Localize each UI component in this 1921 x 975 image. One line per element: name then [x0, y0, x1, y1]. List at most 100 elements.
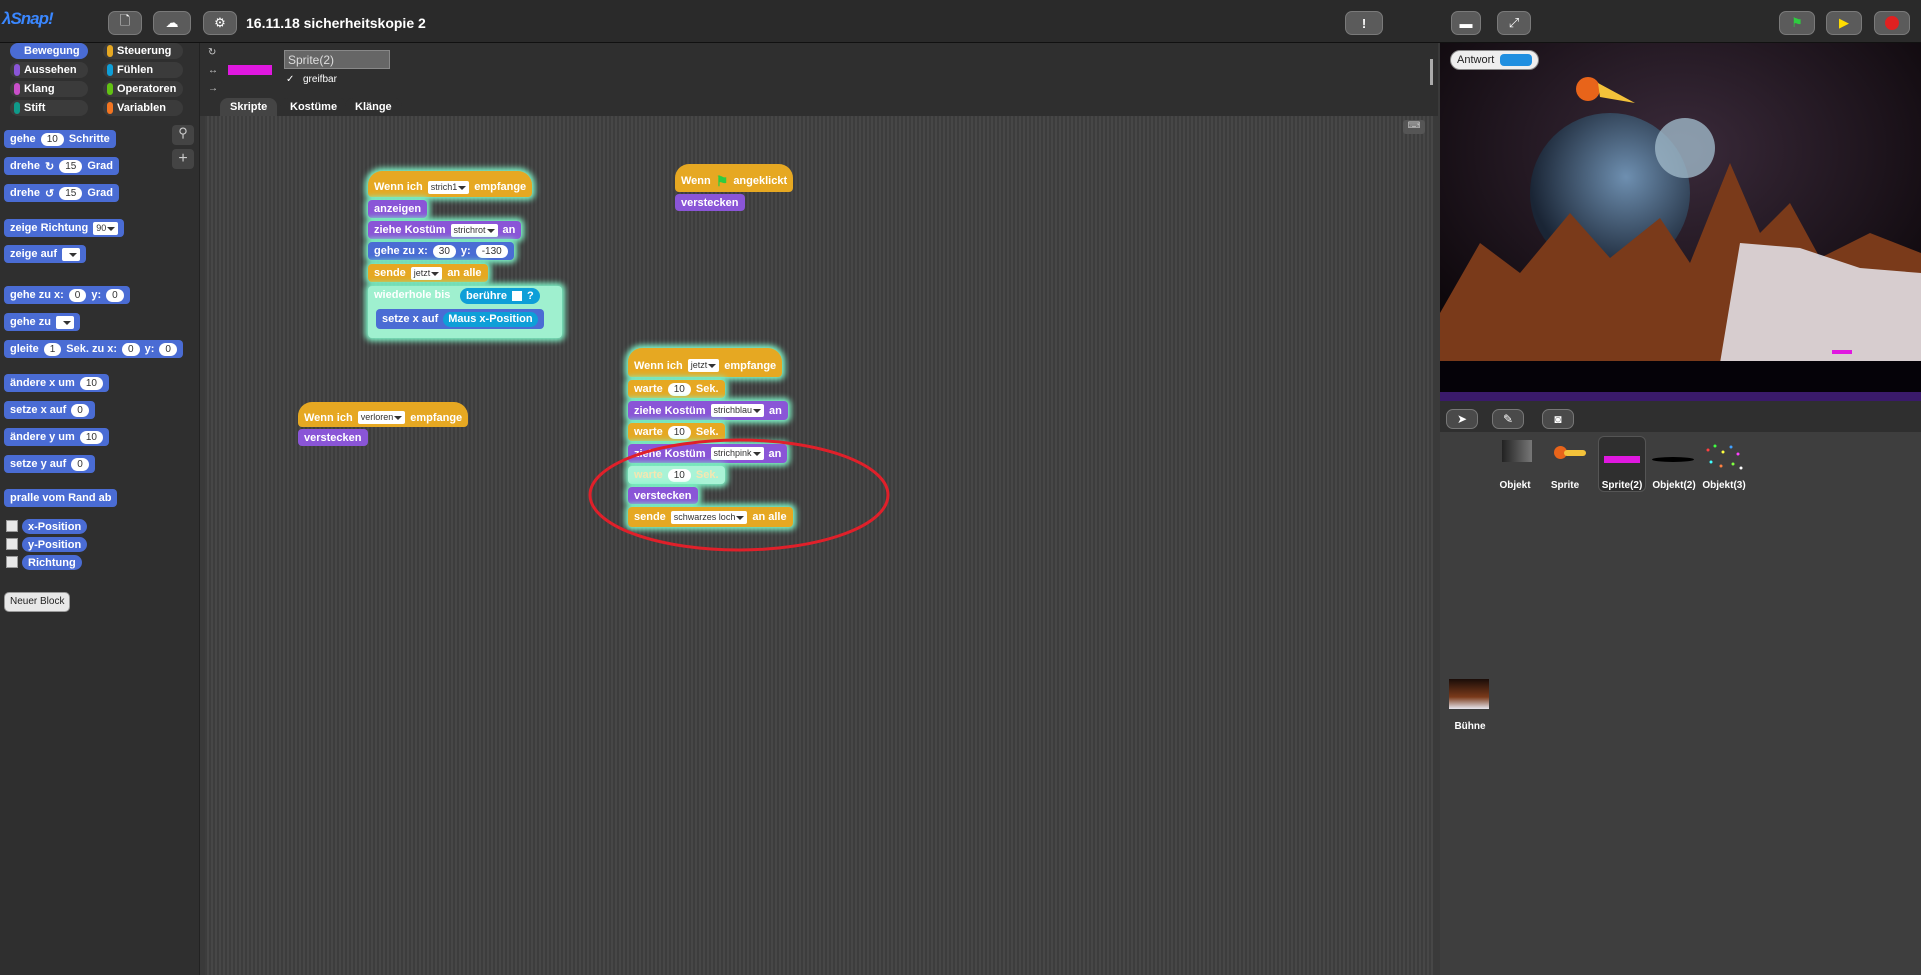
camera-icon: ◙ — [1554, 412, 1562, 426]
category-motion[interactable]: Bewegung — [10, 43, 88, 59]
answer-value — [1500, 54, 1533, 66]
file-icon: 🗋 — [119, 13, 131, 28]
block-gleite[interactable]: gleite 1 Sek. zu x: 0 y: 0 — [4, 340, 183, 358]
settings-menu-button[interactable]: ⚙ — [203, 11, 237, 35]
block-setze-y[interactable]: setze y auf 0 — [4, 455, 95, 473]
category-control[interactable]: Steuerung — [103, 43, 183, 59]
s2-verstecken[interactable]: verstecken — [675, 194, 745, 211]
block-drehe-links[interactable]: drehe ↺ 15 Grad — [4, 184, 119, 202]
sprite-objekt3-label[interactable]: Objekt(3) — [1694, 480, 1754, 491]
stage-label[interactable]: Bühne — [1440, 721, 1500, 732]
make-block-plus-button[interactable]: + — [172, 149, 194, 169]
sprite-objekt3-thumb[interactable] — [1703, 442, 1745, 472]
s4-warte-1[interactable]: warte 10 Sek. — [628, 380, 725, 398]
sprite-objekt2-thumb[interactable] — [1652, 457, 1694, 462]
camera-sprite-button[interactable]: ◙ — [1542, 409, 1574, 429]
category-operators[interactable]: Operatoren — [103, 81, 183, 97]
cloud-menu-button[interactable]: ☁ — [153, 11, 191, 35]
block-gehe-zu-xy[interactable]: gehe zu x: 0 y: 0 — [4, 286, 130, 304]
category-sensing[interactable]: Fühlen — [103, 62, 183, 78]
green-flag-icon: ⚑ — [1791, 15, 1803, 30]
direction-checkbox[interactable] — [6, 556, 18, 568]
s3-verstecken[interactable]: verstecken — [298, 429, 368, 446]
keyboard-entry-icon[interactable]: ⌨ — [1403, 120, 1425, 134]
green-flag-button[interactable]: ⚑ — [1779, 11, 1815, 35]
s3-hat-receive[interactable]: Wenn ich verloren empfange — [298, 402, 469, 427]
rotation-none-icon[interactable]: → — [208, 83, 220, 95]
category-variables[interactable]: Variablen — [103, 100, 183, 116]
gear-icon: ⚙ — [214, 15, 226, 30]
paint-new-sprite-button[interactable]: ✎ — [1492, 409, 1524, 429]
category-sound[interactable]: Klang — [10, 81, 88, 97]
s1-setze-x[interactable]: setze x auf Maus x-Position — [376, 309, 544, 329]
stage-thumb[interactable] — [1449, 679, 1489, 709]
answer-watcher[interactable]: Antwort — [1450, 50, 1540, 70]
s1-sende[interactable]: sende jetzt an alle — [368, 264, 488, 282]
sprite2-thumb[interactable] — [1604, 456, 1640, 463]
s4-hat-receive[interactable]: Wenn ich jetzt empfange — [628, 348, 783, 377]
search-icon: ⚲ — [178, 125, 188, 140]
block-gehe-schritte[interactable]: gehe 10 Schritte — [4, 130, 116, 148]
xpos-checkbox[interactable] — [6, 520, 18, 532]
s1-ziehe-kostuem[interactable]: ziehe Kostüm strichrot an — [368, 221, 522, 239]
reporter-y-position[interactable]: y-Position — [22, 537, 88, 552]
tab-scripts[interactable]: Skripte — [220, 98, 278, 116]
block-gehe-zu[interactable]: gehe zu — [4, 313, 80, 331]
header-scrollbar[interactable] — [1430, 59, 1433, 85]
color-swatch[interactable] — [511, 291, 522, 301]
sprite-objekt-thumb[interactable] — [1502, 440, 1532, 462]
draggable-checkbox[interactable]: ✓ — [286, 74, 298, 86]
sprite2-label[interactable]: Sprite(2) — [1592, 480, 1652, 491]
tab-costumes[interactable]: Kostüme — [280, 98, 348, 116]
block-aendere-x[interactable]: ändere x um 10 — [4, 374, 109, 392]
reporter-richtung[interactable]: Richtung — [22, 555, 82, 570]
sprite-thumbnail — [228, 65, 272, 75]
rotation-full-icon[interactable]: ↻ — [208, 47, 220, 59]
s1-anzeigen[interactable]: anzeigen — [368, 200, 428, 218]
operators-color-icon — [107, 83, 113, 95]
block-zeige-richtung[interactable]: zeige Richtung 90 — [4, 219, 125, 237]
add-turtle-button[interactable]: ➤ — [1446, 409, 1478, 429]
snap-logo[interactable]: λSnap! — [2, 9, 54, 35]
tab-sounds[interactable]: Klänge — [345, 98, 402, 116]
s1-wiederhole-bis[interactable]: wiederhole bis berühre? setze x auf Maus … — [368, 286, 562, 338]
draggable-label: greifbar — [303, 74, 337, 85]
unused-blocks-button[interactable]: ! — [1345, 11, 1383, 35]
normal-stage-button[interactable]: ▬ — [1451, 11, 1481, 35]
gehe-zu-dropdown[interactable] — [55, 315, 74, 329]
stop-button[interactable] — [1874, 11, 1910, 35]
category-looks[interactable]: Aussehen — [10, 62, 88, 78]
s1-hat-receive[interactable]: Wenn ich strich1 empfange — [368, 171, 533, 197]
sensing-color-icon — [107, 64, 113, 76]
file-menu-button[interactable]: 🗋 — [108, 11, 142, 35]
pause-button[interactable]: ▶ — [1826, 11, 1862, 35]
sprite-comet-thumb[interactable] — [1554, 444, 1588, 462]
stop-icon — [1885, 16, 1899, 30]
block-aendere-y[interactable]: ändere y um 10 — [4, 428, 109, 446]
sprite-sprite-label[interactable]: Sprite — [1535, 480, 1595, 491]
zeige-auf-dropdown[interactable] — [62, 247, 81, 261]
block-pralle[interactable]: pralle vom Rand ab — [4, 489, 118, 507]
stage[interactable]: Antwort — [1440, 43, 1921, 401]
s4-ziehe-kostuem-1[interactable]: ziehe Kostüm strichblau an — [628, 401, 788, 420]
block-zeige-auf[interactable]: zeige auf — [4, 245, 87, 263]
sprite-name-input[interactable] — [284, 50, 390, 69]
block-drehe-rechts[interactable]: drehe ↻ 15 Grad — [4, 157, 119, 175]
top-bar: λSnap! 🗋 ☁ ⚙ 16.11.18 sicherheitskopie 2… — [0, 0, 1921, 43]
s1-gehe-zu-xy[interactable]: gehe zu x: 30 y: -130 — [368, 242, 514, 260]
ypos-checkbox[interactable] — [6, 538, 18, 550]
rotation-lr-icon[interactable]: ↔ — [208, 65, 220, 77]
block-setze-x[interactable]: setze x auf 0 — [4, 401, 95, 419]
reporter-x-position[interactable]: x-Position — [22, 519, 88, 534]
plus-icon: + — [178, 150, 188, 167]
block-palette: Bewegung Steuerung Aussehen Fühlen Klang… — [0, 43, 200, 975]
scripts-area[interactable]: ⌨ Wenn ich strich1 empfange anzeigen ziehe… — [205, 116, 1433, 975]
cloud-icon: ☁ — [165, 15, 179, 30]
s2-hat-flag[interactable]: Wenn ⚑ angeklickt — [675, 164, 794, 192]
pen-color-icon — [14, 102, 20, 114]
s1-beruehre[interactable]: berühre? — [460, 288, 540, 304]
new-block-button[interactable]: Neuer Block — [4, 592, 71, 612]
presentation-mode-button[interactable]: ⤢ — [1497, 11, 1531, 35]
search-blocks-button[interactable]: ⚲ — [172, 125, 194, 145]
category-pen[interactable]: Stift — [10, 100, 88, 116]
